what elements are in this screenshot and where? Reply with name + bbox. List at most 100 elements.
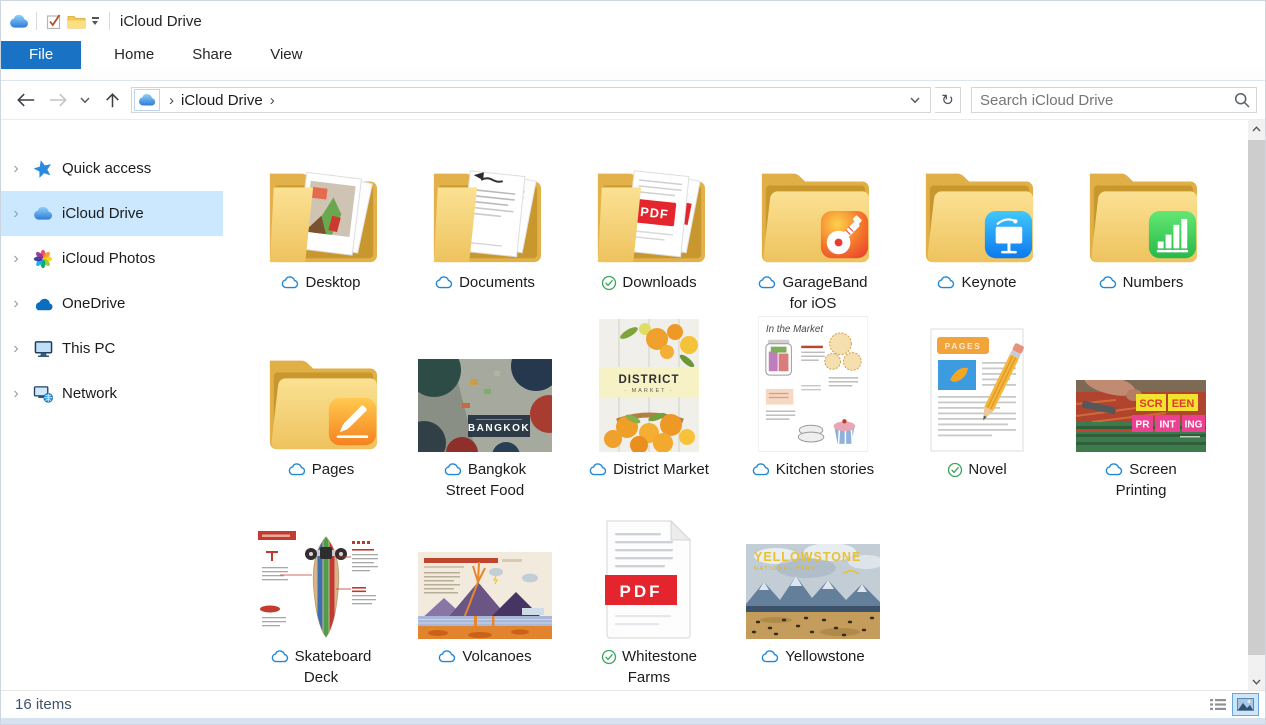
file-name: Numbers	[1122, 274, 1184, 291]
thumbnail-view-button[interactable]	[1232, 693, 1259, 716]
sidebar-item-icloud-photos[interactable]: › iCloud Photos	[1, 236, 223, 281]
file-name: Documents	[459, 274, 535, 291]
documents-folder-icon	[403, 128, 567, 265]
tab-share[interactable]: Share	[173, 41, 251, 69]
cloud-status-icon	[271, 650, 290, 663]
expand-chevron-icon[interactable]: ›	[1, 340, 31, 358]
sidebar-item-network[interactable]: › Network	[1, 371, 223, 416]
file-tile-bangkok[interactable]: BANGKOK Bangkok Street Food	[403, 315, 567, 502]
yellowstone-subtitle: NATIONAL PARK	[754, 566, 817, 572]
vertical-scrollbar[interactable]	[1248, 120, 1265, 690]
file-tile-keynote[interactable]: Keynote	[895, 128, 1059, 315]
status-bar: 16 items	[1, 690, 1265, 718]
cloud-status-icon	[444, 463, 463, 476]
breadcrumb-segment[interactable]: iCloud Drive	[181, 92, 263, 109]
search-input[interactable]	[972, 91, 1228, 109]
this-pc-icon	[31, 340, 55, 358]
navigation-bar: › iCloud Drive › ↻	[1, 81, 1265, 120]
forward-button[interactable]	[43, 86, 73, 114]
file-tile-novel[interactable]: PAGES Novel	[895, 315, 1059, 502]
file-tile-desktop[interactable]: Desktop	[239, 128, 403, 315]
kitchen-title: In the Market	[766, 324, 825, 335]
file-name: Skateboard	[294, 648, 372, 665]
checkbox-icon[interactable]	[43, 10, 65, 32]
cloud-status-icon	[435, 276, 454, 289]
divider	[109, 12, 110, 30]
file-name: Bangkok	[467, 461, 527, 478]
file-tile-screen-printing[interactable]: SCR EEN PR INT ING Screen Printing	[1059, 315, 1223, 502]
file-tile-downloads[interactable]: PDF Downloads	[567, 128, 731, 315]
toolbar-dropdown-icon[interactable]	[87, 17, 103, 25]
expand-chevron-icon[interactable]: ›	[1, 295, 31, 313]
expand-chevron-icon[interactable]: ›	[1, 160, 31, 178]
file-tile-kitchen-stories[interactable]: In the Market Kitchen stories	[731, 315, 895, 502]
tile-text: PR	[1136, 420, 1151, 431]
tab-file[interactable]: File	[1, 41, 82, 69]
search-icon[interactable]	[1228, 92, 1256, 108]
scrollbar-track[interactable]	[1248, 137, 1265, 673]
synced-status-icon	[601, 275, 617, 291]
up-button[interactable]	[97, 86, 127, 114]
folder-icon[interactable]	[65, 10, 87, 32]
collapsed-ribbon	[1, 69, 1265, 81]
file-tile-garageband[interactable]: GarageBand for iOS	[731, 128, 895, 315]
pages-banner-text: PAGES	[945, 341, 982, 351]
icloud-drive-icon	[31, 206, 55, 221]
sidebar-item-icloud-drive[interactable]: › iCloud Drive	[1, 191, 223, 236]
recent-locations-dropdown[interactable]	[75, 86, 95, 114]
file-tile-documents[interactable]: Documents	[403, 128, 567, 315]
kitchen-stories-thumbnail: In the Market	[731, 315, 895, 452]
screen-printing-thumbnail: SCR EEN PR INT ING	[1059, 315, 1223, 452]
file-tile-skateboard-deck[interactable]: Skateboard Deck	[239, 502, 403, 689]
expand-chevron-icon[interactable]: ›	[1, 250, 31, 268]
novel-pages-doc-icon: PAGES	[895, 315, 1059, 452]
expand-chevron-icon[interactable]: ›	[1, 385, 31, 403]
navigation-pane: › Quick access › iCloud Drive › iCloud P…	[1, 120, 223, 690]
address-bar[interactable]: › iCloud Drive ›	[131, 87, 931, 113]
district-market-thumbnail: DISTRICT · MARKET ·	[567, 315, 731, 452]
file-name: Screen	[1129, 461, 1177, 478]
refresh-button[interactable]: ↻	[935, 87, 961, 113]
district-title: DISTRICT	[618, 374, 679, 386]
breadcrumb-chevron[interactable]: ›	[162, 92, 181, 109]
file-tile-numbers[interactable]: Numbers	[1059, 128, 1223, 315]
skateboard-deck-thumbnail	[239, 502, 403, 639]
details-view-button[interactable]	[1204, 693, 1231, 716]
file-tile-district-market[interactable]: DISTRICT · MARKET · District Market	[567, 315, 731, 502]
scrollbar-thumb[interactable]	[1248, 140, 1265, 655]
tab-view[interactable]: View	[251, 41, 321, 69]
file-name: Desktop	[305, 274, 361, 291]
cloud-status-icon	[758, 276, 777, 289]
file-name: Volcanoes	[462, 648, 532, 665]
file-tile-pages[interactable]: Pages	[239, 315, 403, 502]
cloud-status-icon	[1099, 276, 1118, 289]
pdf-document-icon: PDF	[567, 502, 731, 639]
expand-chevron-icon[interactable]: ›	[1, 205, 31, 223]
main-area: › Quick access › iCloud Drive › iCloud P…	[1, 120, 1265, 690]
pdf-label: PDF	[620, 582, 663, 601]
tab-home[interactable]: Home	[95, 41, 173, 69]
back-button[interactable]	[11, 86, 41, 114]
pdf-badge-text: PDF	[640, 204, 670, 222]
file-tile-whitestone-farms[interactable]: PDF Whitestone Farms	[567, 502, 731, 689]
breadcrumb-icloud-icon[interactable]	[134, 89, 160, 111]
scroll-down-button[interactable]	[1248, 673, 1265, 690]
desktop-folder-icon	[239, 128, 403, 265]
file-tile-volcanoes[interactable]: Volcanoes	[403, 502, 567, 689]
items-count: 16 items	[15, 696, 72, 713]
cloud-status-icon	[761, 650, 780, 663]
file-name: District Market	[613, 461, 709, 478]
onedrive-icon	[31, 297, 55, 311]
sidebar-item-this-pc[interactable]: › This PC	[1, 326, 223, 371]
file-tile-yellowstone[interactable]: YELLOWSTONE NATIONAL PARK Yellowstone	[731, 502, 895, 689]
icloud-photos-icon	[31, 249, 55, 269]
title-bar: iCloud Drive	[1, 1, 1265, 41]
scroll-up-button[interactable]	[1248, 120, 1265, 137]
sidebar-item-onedrive[interactable]: › OneDrive	[1, 281, 223, 326]
star-icon	[31, 159, 55, 179]
address-dropdown-icon[interactable]	[902, 89, 928, 111]
sidebar-item-quick-access[interactable]: › Quick access	[1, 146, 223, 191]
network-icon	[31, 385, 55, 403]
file-name: GarageBand	[782, 274, 868, 291]
breadcrumb-chevron[interactable]: ›	[263, 92, 282, 109]
